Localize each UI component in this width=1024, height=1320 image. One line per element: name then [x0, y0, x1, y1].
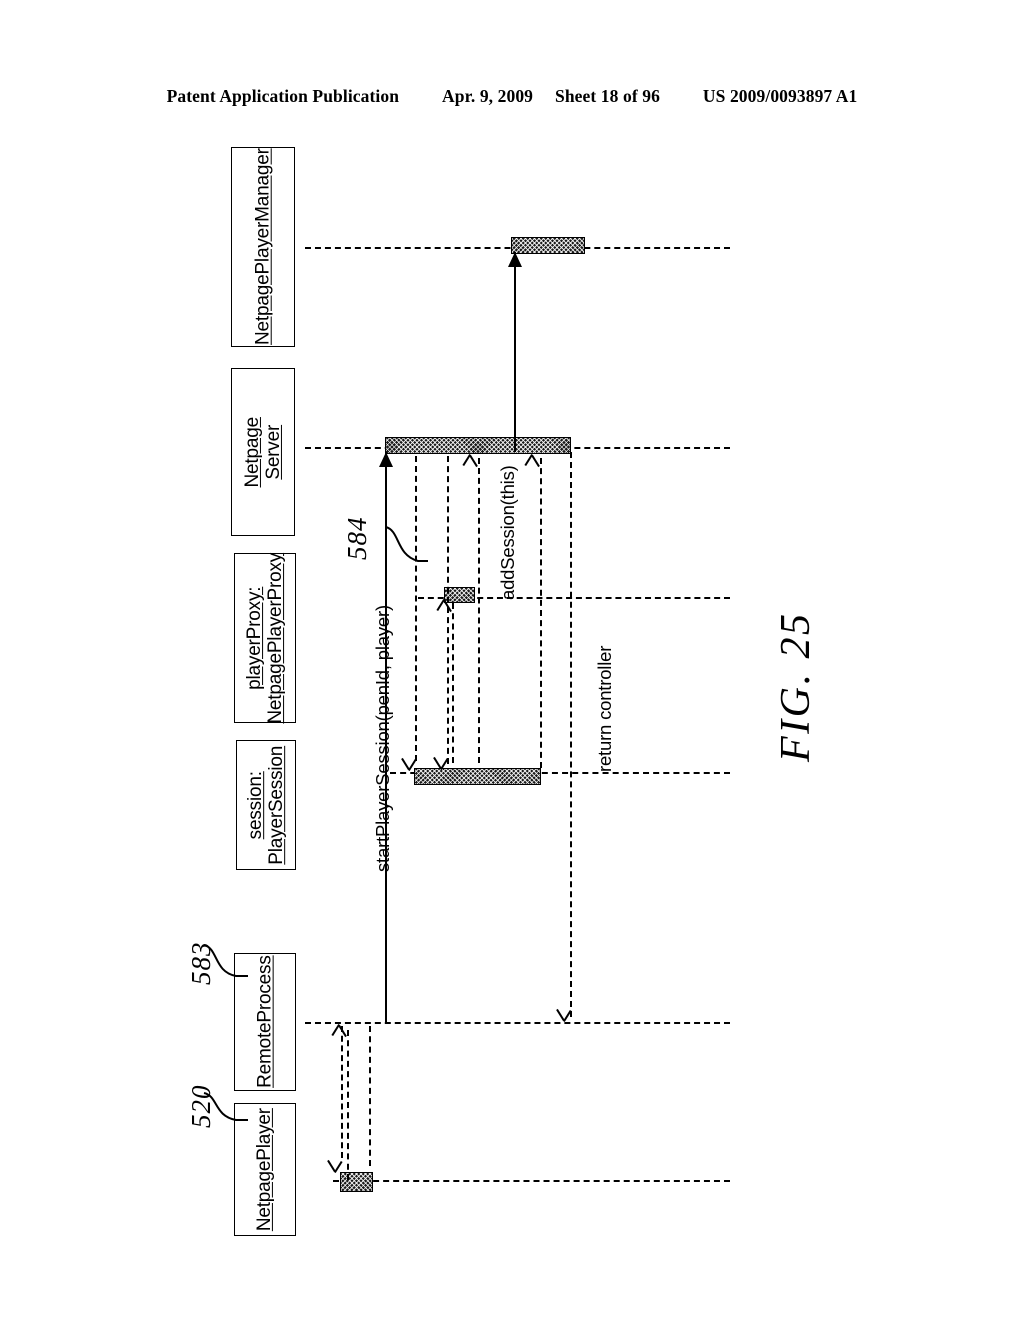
lifeline-netpage-player: [333, 1180, 730, 1182]
message-label-return-controller: return controller: [594, 645, 615, 772]
arrowhead-start-player-session: [379, 452, 393, 467]
lifeline-remote-process: [305, 1022, 730, 1024]
arrowhead-add-session: [508, 252, 522, 267]
arrowhead-player-proxy-return: [436, 598, 461, 617]
message-line-create-session: [415, 456, 417, 761]
participant-box-netpage-server[interactable]: Netpage Server: [231, 368, 295, 536]
participant-label-remote-process: RemoteProcess: [254, 955, 276, 1089]
reference-numeral-584: 584: [342, 516, 372, 561]
message-label-add-session: addSession(this): [497, 465, 518, 600]
sequence-diagram: NetpagePlayerManager Netpage Server play…: [0, 0, 1024, 1320]
activation-bar-netpage-server: [385, 437, 571, 454]
participant-label-netpage-server: Netpage Server: [241, 416, 284, 488]
arrowhead-return-controller: [556, 1004, 579, 1023]
activation-bar-session: [414, 768, 541, 785]
message-line-return-controller: [570, 452, 572, 1017]
activation-bar-netpage-player-manager: [511, 237, 585, 254]
leader-line-584: [385, 526, 428, 562]
arrowhead-proxy-return-to-server: [524, 453, 549, 472]
participant-label-netpage-player: NetpagePlayer: [254, 1107, 276, 1232]
participant-label-session: session: PlayerSession: [244, 745, 288, 865]
participant-box-netpage-player-manager[interactable]: NetpagePlayerManager: [231, 147, 295, 347]
participant-box-session[interactable]: session: PlayerSession: [236, 740, 296, 870]
participant-label-netpage-player-manager: NetpagePlayerManager: [252, 148, 274, 346]
message-line-add-session: [514, 252, 516, 452]
participant-box-player-proxy[interactable]: playerProxy: NetpagePlayerProxy: [234, 553, 296, 723]
arrowhead-session-return-to-server: [462, 453, 487, 472]
participant-label-player-proxy: playerProxy: NetpagePlayerProxy: [243, 552, 287, 724]
message-line-proxy-return-to-server: [540, 458, 542, 768]
arrowhead-create-session: [401, 753, 424, 772]
leader-line-520: [203, 1092, 248, 1121]
message-label-start-player-session: startPlayerSession(penId, player): [372, 605, 393, 872]
message-line-session-return-to-server: [478, 458, 480, 763]
message-line-netpage-player-invoke: [341, 1026, 343, 1158]
message-line-remote-process-to-netpage-player: [369, 1026, 371, 1166]
message-line-player-proxy-return: [452, 603, 454, 763]
leader-line-583: [203, 944, 248, 977]
activation-bar-netpage-player: [340, 1172, 373, 1192]
figure-caption: FIG. 25: [773, 611, 819, 762]
